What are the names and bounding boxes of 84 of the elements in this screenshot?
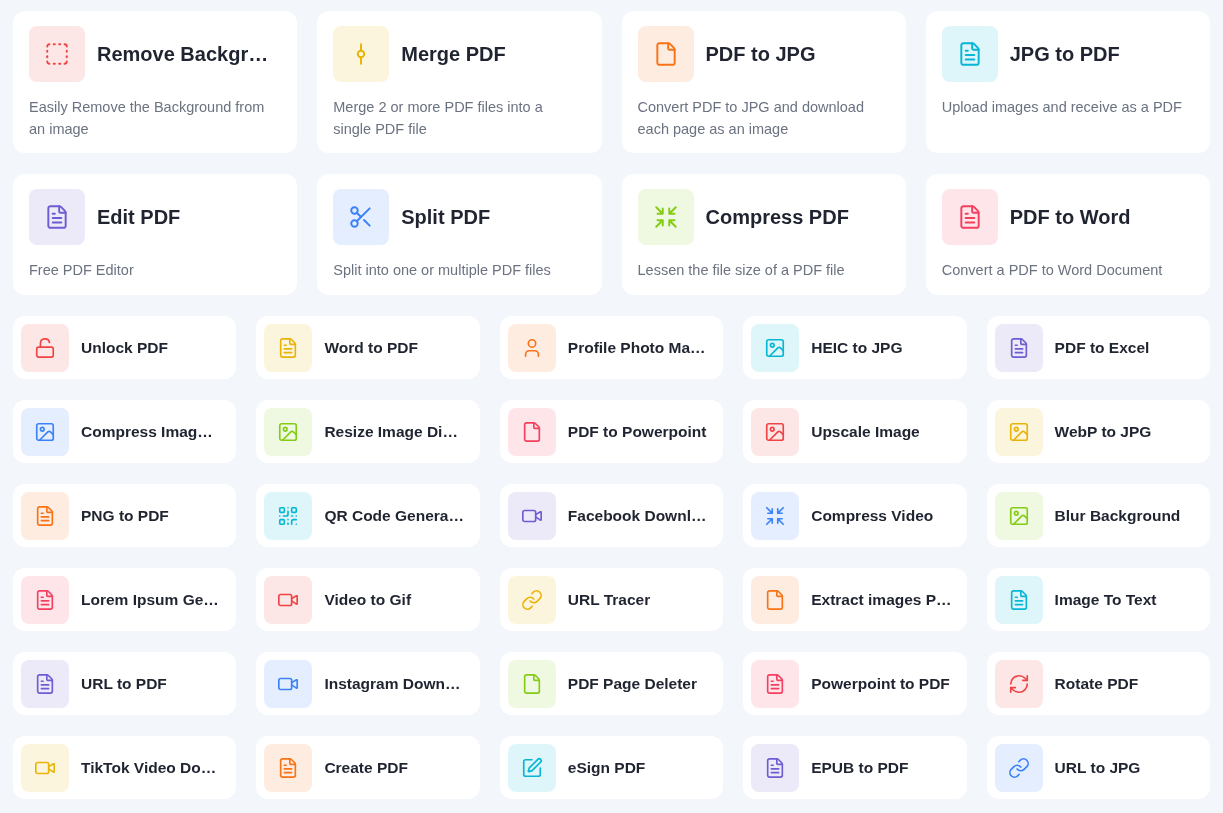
tool-card[interactable]: Video to Gif bbox=[256, 568, 480, 631]
tool-card[interactable]: eSign PDF bbox=[499, 736, 724, 799]
tool-card[interactable]: URL Tracer bbox=[499, 568, 724, 631]
tool-title: Blur Background bbox=[1054, 505, 1181, 526]
tool-description: Convert a PDF to Word Document bbox=[941, 261, 1164, 280]
tool-card[interactable]: Compress Video bbox=[743, 484, 967, 547]
tool-card[interactable]: PDF to JPG Convert PDF to JPG and download each page as an image bbox=[621, 11, 906, 153]
tool-title: Lorem Ipsum Ge… bbox=[81, 589, 219, 610]
tool-card[interactable]: Instagram Down… bbox=[256, 652, 480, 715]
tool-description: Upload images and receive as a PDF bbox=[941, 98, 1183, 117]
tool-card[interactable]: PNG to PDF bbox=[13, 484, 237, 547]
tool-card[interactable]: PDF to Word Convert a PDF to Word Document bbox=[925, 174, 1210, 295]
tool-title: Compress Imag… bbox=[81, 421, 213, 442]
tool-title: Compress Video bbox=[811, 505, 934, 526]
tool-title: Video to Gif bbox=[324, 589, 412, 610]
tool-description: Split into one or multiple PDF files bbox=[333, 261, 552, 280]
tool-card[interactable]: Rotate PDF bbox=[986, 652, 1210, 715]
tool-card[interactable]: QR Code Genera… bbox=[256, 484, 480, 547]
tool-card[interactable]: Lorem Ipsum Ge… bbox=[13, 568, 237, 631]
tool-title: HEIC to JPG bbox=[811, 337, 903, 358]
tool-title: URL to JPG bbox=[1054, 757, 1141, 778]
tool-card[interactable]: Remove Backgr… Easily Remove the Background from an image bbox=[13, 11, 298, 153]
tool-card[interactable]: Compress PDF Lessen the file size of a PDF file bbox=[621, 174, 906, 295]
tool-title: Powerpoint to PDF bbox=[811, 673, 950, 694]
tool-title: eSign PDF bbox=[567, 757, 646, 778]
tool-card[interactable]: Image To Text bbox=[986, 568, 1210, 631]
tool-description: Lessen the file size of a PDF file bbox=[637, 261, 846, 280]
tool-card[interactable]: Unlock PDF bbox=[13, 316, 237, 379]
tool-card[interactable]: URL to JPG bbox=[986, 736, 1210, 799]
tool-title: Edit PDF bbox=[97, 205, 181, 230]
tool-title: EPUB to PDF bbox=[811, 757, 909, 778]
tool-card[interactable]: WebP to JPG bbox=[986, 400, 1210, 463]
tool-card[interactable]: PDF Page Deleter bbox=[499, 652, 724, 715]
tool-title: PDF to JPG bbox=[705, 42, 816, 67]
tool-card[interactable]: PDF to Powerpoint bbox=[499, 400, 724, 463]
tool-title: Compress PDF bbox=[705, 205, 849, 230]
tool-title: Merge PDF bbox=[401, 42, 506, 67]
tool-title: Instagram Down… bbox=[324, 673, 461, 694]
tool-title: URL to PDF bbox=[81, 673, 167, 694]
tool-card[interactable]: Edit PDF Free PDF Editor bbox=[13, 174, 298, 295]
tool-title: Remove Backgr… bbox=[97, 42, 269, 67]
tool-card[interactable]: Merge PDF Merge 2 or more PDF files into a single PDF file bbox=[317, 11, 602, 153]
tool-card[interactable]: Profile Photo Ma… bbox=[499, 316, 724, 379]
tool-card[interactable]: HEIC to JPG bbox=[743, 316, 967, 379]
tool-title: Image To Text bbox=[1054, 589, 1157, 610]
tool-card[interactable]: Powerpoint to PDF bbox=[743, 652, 967, 715]
tool-title: TikTok Video Do… bbox=[81, 757, 217, 778]
tool-title: Word to PDF bbox=[324, 337, 418, 358]
tool-card[interactable]: Blur Background bbox=[986, 484, 1210, 547]
tool-title: QR Code Genera… bbox=[324, 505, 464, 526]
tool-description: Free PDF Editor bbox=[29, 261, 135, 280]
tool-title: Split PDF bbox=[401, 205, 491, 230]
tool-card[interactable]: Word to PDF bbox=[256, 316, 480, 379]
tool-title: JPG to PDF bbox=[1009, 42, 1120, 67]
tool-card[interactable]: Facebook Downl… bbox=[499, 484, 724, 547]
tool-card[interactable]: PDF to Excel bbox=[986, 316, 1210, 379]
tool-title: PDF to Excel bbox=[1054, 337, 1150, 358]
tool-title: PDF to Word bbox=[1009, 205, 1131, 230]
tool-card[interactable]: Upscale Image bbox=[743, 400, 967, 463]
tool-title: Profile Photo Ma… bbox=[567, 337, 706, 358]
tool-title: PDF Page Deleter bbox=[567, 673, 697, 694]
tool-title: Extract images P… bbox=[811, 589, 952, 610]
tool-card[interactable]: Split PDF Split into one or multiple PDF files bbox=[317, 174, 602, 295]
tool-description: Convert PDF to JPG and download each page as an image bbox=[637, 98, 865, 139]
tool-card[interactable]: Create PDF bbox=[256, 736, 480, 799]
tool-title: PDF to Powerpoint bbox=[567, 421, 707, 442]
tool-card[interactable]: URL to PDF bbox=[13, 652, 237, 715]
tool-title: Facebook Downl… bbox=[567, 505, 707, 526]
tool-description: Easily Remove the Background from an image bbox=[29, 98, 266, 139]
tool-card[interactable]: Compress Imag… bbox=[13, 400, 237, 463]
tool-card[interactable]: TikTok Video Do… bbox=[13, 736, 237, 799]
tool-card[interactable]: JPG to PDF Upload images and receive as a PDF bbox=[925, 11, 1210, 153]
tool-title: Resize Image Di… bbox=[324, 421, 458, 442]
tool-title: Rotate PDF bbox=[1054, 673, 1139, 694]
tool-card[interactable]: Extract images P… bbox=[743, 568, 967, 631]
tool-card[interactable]: EPUB to PDF bbox=[743, 736, 967, 799]
tool-title: Upscale Image bbox=[811, 421, 920, 442]
tool-title: URL Tracer bbox=[567, 589, 651, 610]
tool-title: Unlock PDF bbox=[81, 337, 168, 358]
tool-description: Merge 2 or more PDF files into a single PDF file bbox=[333, 98, 544, 139]
tool-title: Create PDF bbox=[324, 757, 408, 778]
tool-title: WebP to JPG bbox=[1054, 421, 1152, 442]
tool-title: PNG to PDF bbox=[81, 505, 169, 526]
tool-card[interactable]: Resize Image Di… bbox=[256, 400, 480, 463]
